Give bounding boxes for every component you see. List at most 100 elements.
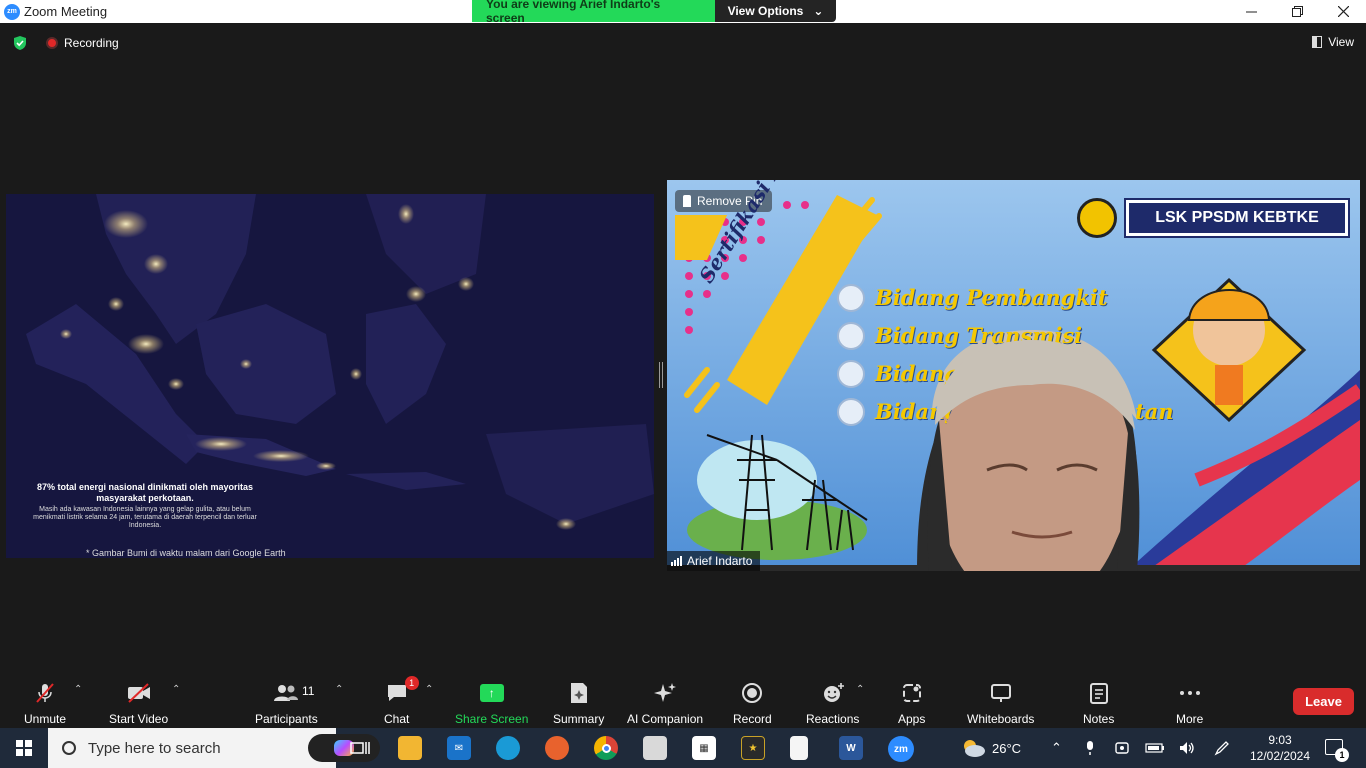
slide-caption: 87% total energi nasional dinikmati oleh… [30,482,260,530]
notes-button[interactable]: Notes [1083,680,1114,726]
recording-indicator[interactable]: Recording [46,36,119,50]
title-bar: zm Zoom Meeting You are viewing Arief In… [0,0,1366,25]
minimize-button[interactable] [1228,0,1274,23]
mail-icon: ✉ [454,742,464,754]
zoom-taskbar-button[interactable]: zm [888,736,914,762]
reactions-smiley-icon [823,683,844,702]
share-banner: You are viewing Arief Indarto's screen V… [472,0,836,25]
weather-widget[interactable]: 26°C [960,728,1021,768]
start-button[interactable] [0,728,48,768]
chevron-down-icon: ⌄ [813,4,824,18]
signal-strength-icon [671,556,682,566]
minimize-icon [1245,11,1257,12]
tray-overflow-button[interactable]: ⌃ [1051,728,1062,768]
more-dots-icon [1179,691,1200,695]
reactions-caret-icon[interactable]: ⌃ [856,684,864,695]
participants-caret-icon[interactable]: ⌃ [335,684,343,695]
share-screen-label: Share Screen [455,712,529,726]
view-options-button[interactable]: View Options ⌄ [715,0,836,22]
bidang-transmisi: Bidang Transmisi [875,323,1083,348]
shared-screen[interactable]: 87% total energi nasional dinikmati oleh… [6,194,654,558]
bidang-pembangkit: Bidang Pembangkit [875,285,1108,310]
mic-tray-button[interactable] [1084,728,1096,768]
taskbar-search[interactable]: Type here to search [48,728,380,768]
window-controls [1228,0,1366,23]
chrome-icon [601,743,611,753]
ai-companion-label: AI Companion [627,712,704,726]
volume-icon [1180,742,1194,754]
document-button[interactable] [790,736,808,760]
volume-tray-button[interactable] [1178,728,1196,768]
chat-label: Chat [384,712,410,726]
unmute-label: Unmute [24,712,67,726]
whiteboards-label: Whiteboards [967,712,1035,726]
summary-label: Summary [553,712,605,726]
viewing-screen-label: You are viewing Arief Indarto's screen [472,0,715,25]
whiteboards-button[interactable]: Whiteboards [967,680,1034,726]
star-icon: ★ [748,742,758,754]
summary-button[interactable]: Summary [553,680,604,726]
weather-temp: 26°C [992,740,1022,756]
close-button[interactable] [1320,0,1366,23]
distribution-icon [837,360,865,388]
more-button[interactable]: More [1176,680,1203,726]
audio-options-caret-icon[interactable]: ⌃ [74,684,82,695]
share-screen-button[interactable]: ↑ Share Screen [455,680,528,726]
search-placeholder: Type here to search [88,739,221,757]
file-explorer-button[interactable] [398,736,422,760]
ai-companion-button[interactable]: AI Companion [627,680,703,726]
taskbar-clock[interactable]: 9:03 12/02/2024 [1247,732,1313,764]
security-shield-icon[interactable] [12,35,28,51]
notification-count: 1 [1335,748,1349,762]
battery-tray-button[interactable] [1145,728,1165,768]
leave-button[interactable]: Leave [1293,688,1354,715]
window-title: Zoom Meeting [24,4,108,19]
start-video-button[interactable]: Start Video [109,680,168,726]
view-layout-icon [1312,36,1323,48]
chat-button[interactable]: 1 Chat [384,676,419,726]
apps-button[interactable]: Apps [898,680,925,726]
word-button[interactable]: W [839,736,863,760]
reactions-label: Reactions [806,712,860,726]
restore-icon [1291,6,1303,17]
edge-button[interactable] [496,736,520,760]
view-options-label: View Options [727,4,804,18]
firefox-button[interactable] [545,736,569,760]
zoom-meeting-window: zm Zoom Meeting You are viewing Arief In… [0,0,1366,768]
chat-caret-icon[interactable]: ⌃ [425,684,433,695]
pen-tray-button[interactable] [1213,728,1231,768]
participant-name-tag: Arief Indarto [667,551,761,571]
notes-icon [1089,683,1108,704]
chevron-up-icon: ⌃ [1051,740,1062,755]
notes-label: Notes [1083,712,1115,726]
microphone-muted-icon [36,683,54,703]
caption-body: Masih ada kawasan Indonesia lainnya yang… [33,506,257,529]
camera-tray-button[interactable] [1114,728,1130,768]
whiteboard-icon [990,684,1011,702]
participants-count: 11 [302,684,315,698]
store-button[interactable]: ▦ [692,736,716,760]
task-view-button[interactable] [348,736,372,760]
view-button[interactable]: View [1312,35,1354,49]
view-label: View [1328,35,1354,49]
power-plant-icon [837,284,865,312]
summary-icon [570,683,587,703]
media-app-button[interactable]: ★ [741,736,765,760]
clock-time: 9:03 [1268,733,1292,747]
participant-video[interactable]: Remove Pin LSK PPSDM KEBTKE Sertifikasi … [667,180,1360,571]
chrome-button[interactable] [594,736,618,760]
record-button[interactable]: Record [733,680,772,726]
video-options-caret-icon[interactable]: ⌃ [172,684,180,695]
reactions-button[interactable]: Reactions [806,680,859,726]
split-view-handle[interactable] [659,362,663,388]
lsk-logo-banner: LSK PPSDM KEBTKE [1126,200,1348,236]
printer-app-button[interactable] [643,736,667,760]
unmute-button[interactable]: Unmute [24,680,66,726]
share-screen-icon: ↑ [479,684,504,702]
earth-icon [837,398,865,426]
recording-label: Recording [64,36,119,50]
restore-button[interactable] [1274,0,1320,23]
mail-button[interactable]: ✉ [447,736,471,760]
recording-dot-icon [46,37,58,49]
close-icon [1337,6,1349,17]
